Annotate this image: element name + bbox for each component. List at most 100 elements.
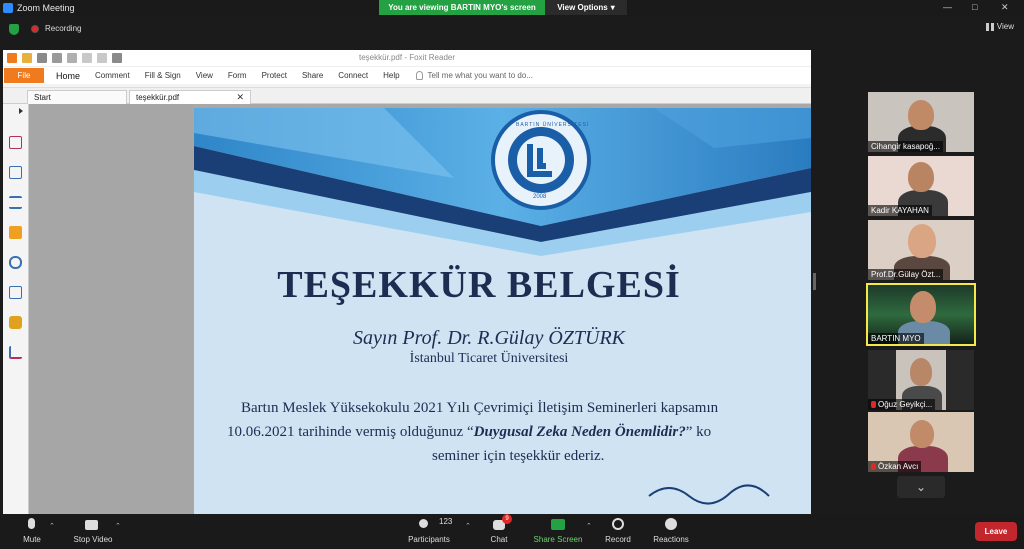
expand-arrow-icon [19,108,23,114]
foxit-document-area: BARTIN ÜNİVERSİTESİ 2008 TEŞEKKÜR BELGES… [3,104,811,514]
foxit-navigation-sidebar [3,104,29,514]
stop-video-button[interactable]: Stop Video [70,518,116,544]
participant-video-head [908,162,934,192]
foxit-title-bar: teşekkür.pdf - Foxit Reader [3,50,811,67]
microphone-icon [18,518,46,532]
video-options-caret-icon[interactable]: ⌃ [115,522,121,530]
participant-video-head [908,100,934,130]
record-label: Record [605,535,631,544]
participant-name: Cihangir kasapoğ... [868,141,943,152]
foxit-tab-document: teşekkür.pdf ✕ [129,90,251,104]
foxit-menu-share: Share [301,71,324,80]
foxit-tab-start: Start [27,90,127,104]
foxit-menu-protect: Protect [261,71,287,80]
attachments-icon [9,256,22,269]
foxit-menu-help: Help [383,71,400,80]
foxit-menu-connect: Connect [338,71,369,80]
foxit-tab-document-label: teşekkür.pdf [136,93,180,102]
reactions-smiley-icon [650,518,692,532]
participants-options-caret-icon[interactable]: ⌃ [465,522,471,530]
participant-video-head [910,358,932,386]
gallery-resize-handle[interactable] [813,273,816,290]
mute-button[interactable]: Mute [18,518,46,544]
stop-video-label: Stop Video [73,535,113,544]
participant-tile[interactable]: Özkan Avcı [868,412,974,472]
participant-video-head [908,224,936,258]
zoom-meeting-window: Zoom Meeting You are viewing BARTIN MYO'… [0,0,1024,549]
title-bar: Zoom Meeting You are viewing BARTIN MYO'… [0,0,1024,16]
foxit-menu-comment: Comment [95,71,130,80]
chat-icon: 9 [485,514,513,532]
window-title: Zoom Meeting [17,3,75,13]
page-background [29,104,193,514]
lightbulb-icon [415,71,423,80]
foxit-menu-form: Form [227,71,247,80]
chevron-down-icon: ▾ [610,3,615,12]
viewing-screen-banner: You are viewing BARTIN MYO's screen [379,0,545,15]
view-button[interactable]: View [985,22,1014,31]
participant-tile[interactable]: Oğuz Geyikçi... [868,350,974,410]
participant-name: Özkan Avcı [868,461,922,472]
chat-unread-badge: 9 [502,514,512,524]
mute-label: Mute [23,535,41,544]
foxit-tell-me-text: Tell me what you want to do... [427,71,533,80]
audio-options-caret-icon[interactable]: ⌃ [49,522,55,530]
participant-video-head [910,291,936,323]
foxit-menu-home: Home [56,70,81,81]
participant-tile[interactable]: Prof.Dr.Gülay Özt... [868,220,974,280]
close-tab-icon: ✕ [236,92,244,102]
minimize-icon[interactable]: — [943,2,952,12]
share-screen-icon [532,518,584,532]
comments-icon [9,226,22,239]
foxit-file-tab: File [4,68,44,83]
leave-meeting-button[interactable]: Leave [975,522,1017,541]
pages-icon [9,166,22,179]
foxit-tab-strip: Start teşekkür.pdf ✕ [3,88,811,104]
close-icon[interactable]: ✕ [1001,2,1009,13]
share-screen-label: Share Screen [533,535,583,544]
share-options-caret-icon[interactable]: ⌃ [586,522,592,530]
certificate-recipient: Sayın Prof. Dr. R.Gülay ÖZTÜRK [352,327,626,349]
reactions-button[interactable]: Reactions [650,518,692,544]
meeting-controls-toolbar: Mute ⌃ Stop Video ⌃ 123 Participants ⌃ 9… [0,514,1024,549]
view-options-button[interactable]: View Options ▾ [545,0,627,15]
certificate-seminar-topic: Duygusal Zeka Neden Önemlidir? [473,424,686,440]
zoom-logo-icon [3,3,13,13]
view-button-label: View [996,22,1014,31]
chat-label: Chat [490,535,508,544]
record-button[interactable]: Record [602,518,634,544]
participant-name-text: Özkan Avcı [878,462,919,471]
muted-mic-icon [871,401,876,408]
certificate-institution: İstanbul Ticaret Üniversitesi [409,351,569,366]
maximize-icon[interactable]: □ [972,2,977,12]
shield-icon[interactable] [9,24,19,35]
video-camera-icon [70,518,116,532]
foxit-menu-bar: File Home Comment Fill & Sign View Form … [3,67,811,84]
foxit-menu-fill-sign: Fill & Sign [144,71,181,80]
participant-video-head [910,420,934,448]
chat-button[interactable]: 9 Chat [485,514,513,544]
certificate-text-line-1: Bartın Meslek Yüksekokulu 2021 Yılı Çevr… [241,400,719,416]
bookmarks-icon [9,136,22,149]
participant-tile-active-speaker[interactable]: BARTIN MYO [866,283,976,346]
signature-panel-icon [9,286,22,299]
seal-text: BARTIN ÜNİVERSİTESİ [516,122,590,128]
participant-tile[interactable]: Cihangir kasapoğ... [868,92,974,152]
foxit-tab-start-label: Start [34,93,51,102]
participants-icon: 123 [403,517,455,532]
muted-mic-icon [871,463,876,470]
reactions-label: Reactions [653,535,689,544]
participant-name: Prof.Dr.Gülay Özt... [868,269,944,280]
gallery-next-page-button[interactable]: ⌄ [897,476,945,498]
participant-tile[interactable]: Kadir KAYAHAN [868,156,974,216]
participants-label: Participants [408,535,450,544]
shared-screen-foxit-window: teşekkür.pdf - Foxit Reader File Home Co… [3,50,811,514]
share-screen-button[interactable]: Share Screen [532,518,584,544]
participant-count: 123 [439,517,453,526]
participant-name-text: Oğuz Geyikçi... [878,400,933,409]
seal-year: 2008 [533,194,547,200]
tools-icon [9,346,22,359]
recording-label: Recording [45,24,82,33]
participants-button[interactable]: 123 Participants [403,517,455,544]
certificate-text-line-2: 10.06.2021 tarihinde vermiş olduğunuz “D… [227,424,711,441]
